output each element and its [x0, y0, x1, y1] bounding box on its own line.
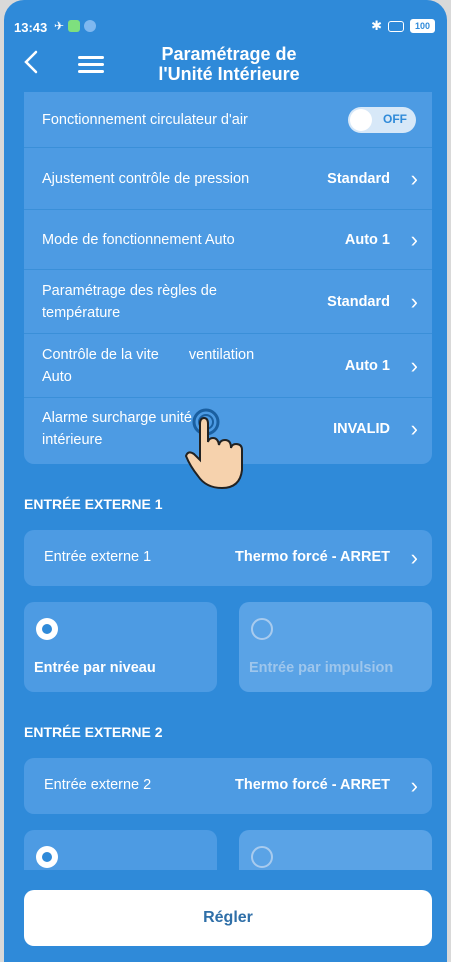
pulse-input-option[interactable]: Entrée par impulsion — [239, 602, 432, 692]
external-input-1-row[interactable]: Entrée externe 1 Thermo forcé - ARRET › — [24, 530, 432, 586]
battery-icon: 100 — [409, 19, 435, 33]
page-title-line1: Paramétrage de — [161, 44, 297, 64]
ext-label: Entrée externe 2 — [44, 777, 152, 793]
settings-scroll-area[interactable]: Fonctionnement circulateur d'air OFF Aju… — [4, 92, 447, 870]
app-icon — [84, 20, 97, 32]
level-input-option[interactable]: Entrée par niveau — [24, 602, 217, 692]
apply-button[interactable]: Régler — [24, 890, 432, 946]
level-input-option-2[interactable] — [24, 830, 217, 870]
bottom-action-area: Régler — [4, 870, 447, 962]
air-circulator-label: Fonctionnement circulateur d'air — [42, 111, 248, 128]
row-label-start: Contrôle de la vite — [42, 346, 159, 363]
toggle-state: OFF — [383, 111, 407, 126]
ext-label: Entrée externe 1 — [44, 549, 152, 565]
phone-screen: 13:43 ✈ ✱ 100 Paramétrage de l'Unité Int… — [4, 0, 447, 962]
chevron-right-icon: › — [410, 773, 418, 798]
row-label: Contrôle de la vite ventilation Auto — [42, 344, 342, 388]
status-time: 13:43 — [14, 20, 48, 35]
hamburger-menu-icon — [78, 56, 104, 59]
radio-label: Entrée par impulsion — [249, 660, 394, 676]
back-button[interactable] — [24, 50, 48, 78]
pressure-control-row[interactable]: Ajustement contrôle de pression Standard… — [24, 148, 432, 210]
section-title-ext1: ENTRÉE EXTERNE 1 — [24, 496, 163, 512]
pulse-input-option-2[interactable] — [239, 830, 432, 870]
fan-speed-control-row[interactable]: Contrôle de la vite ventilation Auto Auto… — [24, 334, 432, 398]
row-label: Ajustement contrôle de pression — [42, 170, 250, 187]
external-input-2-row[interactable]: Entrée externe 2 Thermo forcé - ARRET › — [24, 758, 432, 814]
row-label-tail: ventilation — [188, 346, 255, 363]
row-value: INVALID — [333, 421, 390, 437]
section-title-ext2: ENTRÉE EXTERNE 2 — [24, 724, 163, 740]
radio-selected-icon — [36, 618, 58, 640]
ext-value: Thermo forcé - ARRET — [235, 549, 390, 565]
chevron-right-icon: › — [410, 545, 418, 570]
row-label: Mode de fonctionnement Auto — [42, 231, 235, 248]
row-value: Standard — [327, 293, 390, 310]
radio-unselected-icon — [251, 846, 273, 868]
row-label-line2: Auto — [42, 368, 72, 385]
chevron-right-icon: › — [410, 352, 418, 378]
page-title-line2: l'Unité Intérieure — [158, 64, 300, 84]
app-icon — [68, 20, 81, 32]
radio-selected-icon — [36, 846, 58, 868]
chevron-right-icon: › — [410, 165, 418, 191]
radio-unselected-icon — [251, 618, 273, 640]
air-circulator-toggle[interactable]: OFF — [348, 106, 416, 133]
status-bar: 13:43 ✈ ✱ 100 — [4, 0, 447, 40]
bluetooth-icon: ✱ — [371, 18, 382, 33]
status-icons-left: ✈ — [54, 19, 97, 33]
row-value: Auto 1 — [344, 357, 390, 374]
radio-label: Entrée par niveau — [34, 660, 156, 676]
status-icons-right: ✱ 100 — [371, 18, 435, 34]
chevron-right-icon: › — [410, 226, 418, 252]
toggle-knob — [350, 108, 372, 131]
row-value: Standard — [327, 170, 390, 187]
top-bar: Paramétrage de l'Unité Intérieure — [4, 40, 447, 92]
back-chevron-icon — [24, 50, 38, 74]
auto-mode-row[interactable]: Mode de fonctionnement Auto Auto 1 › — [24, 210, 432, 270]
air-circulator-row: Fonctionnement circulateur d'air OFF — [24, 92, 432, 148]
ext-value: Thermo forcé - ARRET — [235, 777, 390, 793]
row-value: Auto 1 — [344, 231, 390, 248]
chevron-right-icon: › — [410, 288, 418, 314]
page-title: Paramétrage de l'Unité Intérieure — [124, 44, 334, 84]
hamburger-menu-button[interactable] — [78, 56, 104, 74]
notification-icon: ✈ — [54, 19, 65, 33]
chevron-right-icon: › — [410, 416, 418, 441]
temperature-rules-row[interactable]: Paramétrage des règles de température St… — [24, 270, 432, 334]
pointing-hand-icon — [184, 408, 243, 490]
row-label: Paramétrage des règles de température — [42, 282, 217, 321]
nfc-icon — [387, 20, 404, 32]
